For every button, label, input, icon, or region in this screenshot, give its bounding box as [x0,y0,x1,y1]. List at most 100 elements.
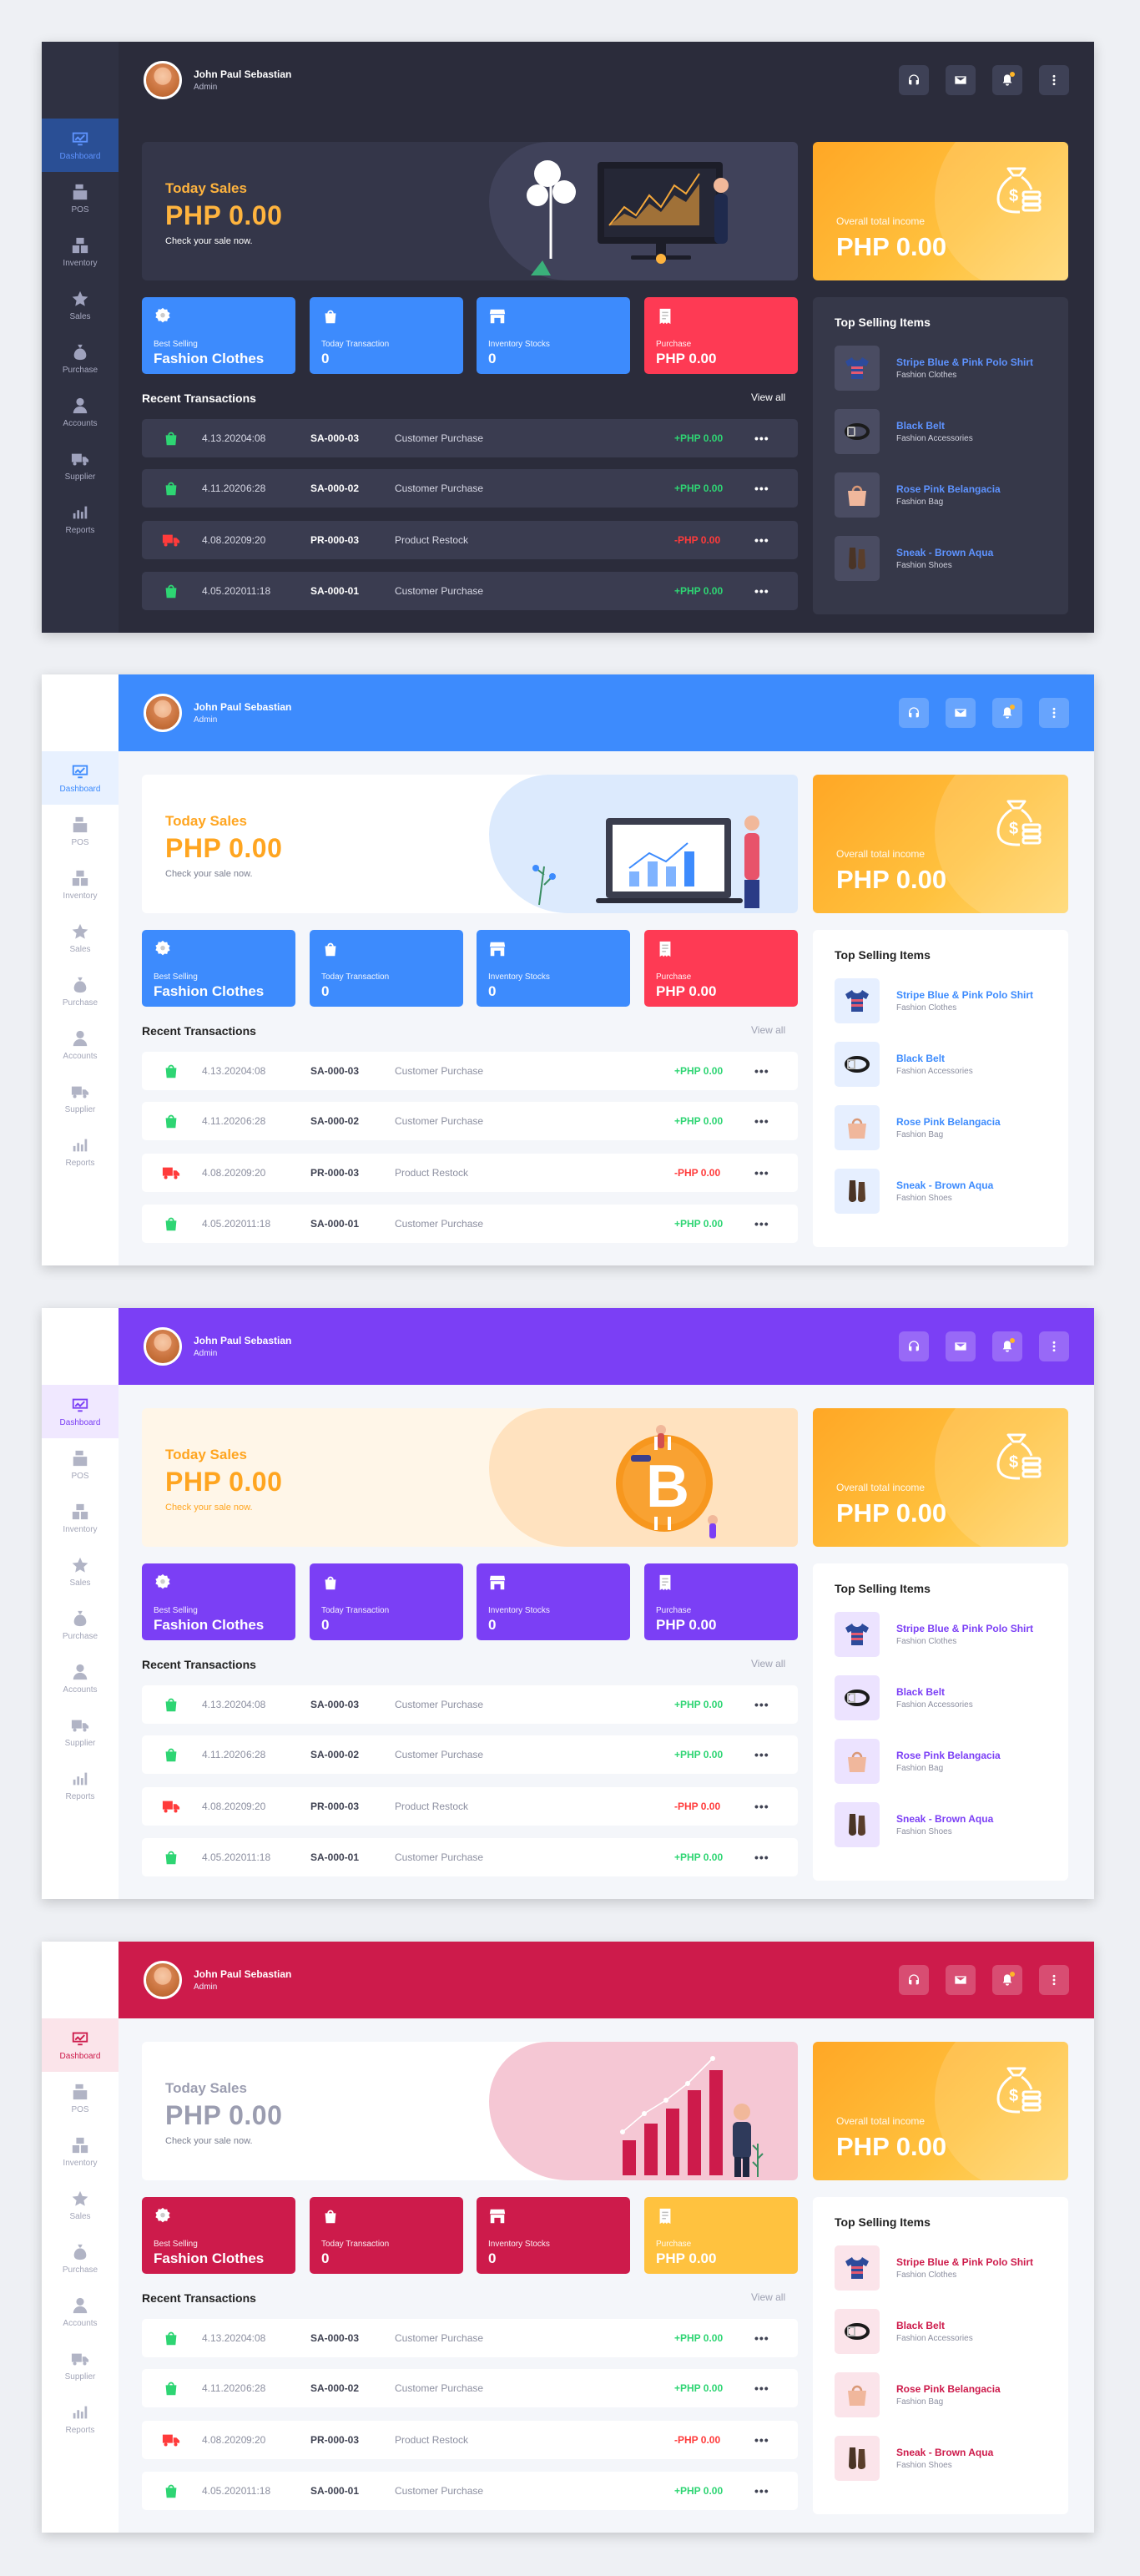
row-more-button[interactable]: ••• [754,1748,769,1761]
today-transaction-card[interactable]: Today Transaction 0 [310,930,463,1007]
row-more-button[interactable]: ••• [754,2382,769,2395]
row-more-button[interactable]: ••• [754,1800,769,1813]
sidebar-item-purchase[interactable]: Purchase [42,2232,119,2286]
sidebar-item-dashboard[interactable]: Dashboard [42,2018,119,2072]
transaction-row[interactable]: 4.05.2020 11:18 SA-000-01 Customer Purch… [142,1838,798,1876]
today-sales-card[interactable]: B Today Sales PHP 0.00 Check your sale n… [142,1408,798,1547]
transaction-row[interactable]: 4.13.2020 4:08 SA-000-03 Customer Purcha… [142,2319,798,2357]
row-more-button[interactable]: ••• [754,584,769,598]
sidebar-item-reports[interactable]: Reports [42,1125,119,1179]
sidebar-item-pos[interactable]: POS [42,1438,119,1492]
transaction-row[interactable]: 4.05.2020 11:18 SA-000-01 Customer Purch… [142,1205,798,1243]
sidebar-item-dashboard[interactable]: Dashboard [42,1385,119,1438]
row-more-button[interactable]: ••• [754,2331,769,2345]
purchase-card[interactable]: Purchase PHP 0.00 [644,1563,798,1640]
today-transaction-card[interactable]: Today Transaction 0 [310,1563,463,1640]
transaction-row[interactable]: 4.13.2020 4:08 SA-000-03 Customer Purcha… [142,1685,798,1724]
inventory-stocks-card[interactable]: Inventory Stocks 0 [477,930,630,1007]
more-menu-button[interactable] [1039,1331,1069,1361]
row-more-button[interactable]: ••• [754,432,769,445]
sidebar-item-pos[interactable]: POS [42,2072,119,2125]
top-selling-item[interactable]: Black Belt Fashion Accessories [835,409,1047,454]
transaction-row[interactable]: 4.13.2020 4:08 SA-000-03 Customer Purcha… [142,1052,798,1090]
notifications-button[interactable] [992,1965,1022,1995]
notifications-button[interactable] [992,65,1022,95]
sidebar-item-dashboard[interactable]: Dashboard [42,751,119,805]
row-more-button[interactable]: ••• [754,1851,769,1864]
sidebar-item-supplier[interactable]: Supplier [42,1705,119,1759]
inventory-stocks-card[interactable]: Inventory Stocks 0 [477,297,630,374]
today-sales-card[interactable]: Today Sales PHP 0.00 Check your sale now… [142,775,798,913]
overall-income-card[interactable]: $ Overall total income PHP 0.00 [813,775,1068,913]
view-all-link[interactable]: View all [751,2291,785,2303]
inventory-stocks-card[interactable]: Inventory Stocks 0 [477,1563,630,1640]
view-all-link[interactable]: View all [751,1658,785,1669]
sidebar-item-accounts[interactable]: Accounts [42,1652,119,1705]
messages-button[interactable] [946,65,976,95]
sidebar-item-inventory[interactable]: Inventory [42,858,119,912]
transaction-row[interactable]: 4.08.2020 9:20 PR-000-03 Product Restock… [142,521,798,559]
row-more-button[interactable]: ••• [754,533,769,547]
top-selling-item[interactable]: Stripe Blue & Pink Polo Shirt Fashion Cl… [835,978,1047,1023]
row-more-button[interactable]: ••• [754,1698,769,1711]
row-more-button[interactable]: ••• [754,1114,769,1128]
top-selling-item[interactable]: Stripe Blue & Pink Polo Shirt Fashion Cl… [835,1612,1047,1657]
sidebar-item-sales[interactable]: Sales [42,2179,119,2232]
sidebar-item-inventory[interactable]: Inventory [42,1492,119,1545]
sidebar-item-reports[interactable]: Reports [42,2392,119,2446]
row-more-button[interactable]: ••• [754,2433,769,2447]
transaction-row[interactable]: 4.05.2020 11:18 SA-000-01 Customer Purch… [142,572,798,610]
best-selling-card[interactable]: Best Selling Fashion Clothes [142,2197,295,2274]
more-menu-button[interactable] [1039,1965,1069,1995]
row-more-button[interactable]: ••• [754,1166,769,1179]
transaction-row[interactable]: 4.11.2020 6:28 SA-000-02 Customer Purcha… [142,2369,798,2407]
messages-button[interactable] [946,1965,976,1995]
more-menu-button[interactable] [1039,698,1069,728]
sidebar-item-inventory[interactable]: Inventory [42,225,119,279]
top-selling-item[interactable]: Black Belt Fashion Accessories [835,1042,1047,1087]
transaction-row[interactable]: 4.08.2020 9:20 PR-000-03 Product Restock… [142,1787,798,1826]
sidebar-item-dashboard[interactable]: Dashboard [42,119,119,172]
sidebar-item-supplier[interactable]: Supplier [42,2339,119,2392]
top-selling-item[interactable]: Sneak - Brown Aqua Fashion Shoes [835,536,1047,581]
notifications-button[interactable] [992,698,1022,728]
transaction-row[interactable]: 4.08.2020 9:20 PR-000-03 Product Restock… [142,2421,798,2459]
top-selling-item[interactable]: Black Belt Fashion Accessories [835,2309,1047,2354]
top-selling-item[interactable]: Rose Pink Belangacia Fashion Bag [835,2372,1047,2417]
purchase-card[interactable]: Purchase PHP 0.00 [644,297,798,374]
top-selling-item[interactable]: Sneak - Brown Aqua Fashion Shoes [835,1169,1047,1214]
today-sales-card[interactable]: Today Sales PHP 0.00 Check your sale now… [142,2042,798,2180]
sidebar-item-inventory[interactable]: Inventory [42,2125,119,2179]
sidebar-item-supplier[interactable]: Supplier [42,1072,119,1125]
purchase-card[interactable]: Purchase PHP 0.00 [644,2197,798,2274]
best-selling-card[interactable]: Best Selling Fashion Clothes [142,297,295,374]
row-more-button[interactable]: ••• [754,1217,769,1230]
avatar[interactable] [144,1327,182,1366]
best-selling-card[interactable]: Best Selling Fashion Clothes [142,1563,295,1640]
transaction-row[interactable]: 4.11.2020 6:28 SA-000-02 Customer Purcha… [142,1735,798,1774]
row-more-button[interactable]: ••• [754,1064,769,1078]
avatar[interactable] [144,1961,182,1999]
purchase-card[interactable]: Purchase PHP 0.00 [644,930,798,1007]
inventory-stocks-card[interactable]: Inventory Stocks 0 [477,2197,630,2274]
top-selling-item[interactable]: Rose Pink Belangacia Fashion Bag [835,1105,1047,1150]
transaction-row[interactable]: 4.13.2020 4:08 SA-000-03 Customer Purcha… [142,419,798,457]
sidebar-item-purchase[interactable]: Purchase [42,1599,119,1652]
sidebar-item-accounts[interactable]: Accounts [42,386,119,439]
sidebar-item-pos[interactable]: POS [42,805,119,858]
avatar[interactable] [144,694,182,732]
overall-income-card[interactable]: $ Overall total income PHP 0.00 [813,142,1068,280]
best-selling-card[interactable]: Best Selling Fashion Clothes [142,930,295,1007]
sidebar-item-supplier[interactable]: Supplier [42,439,119,492]
messages-button[interactable] [946,698,976,728]
sidebar-item-purchase[interactable]: Purchase [42,332,119,386]
row-more-button[interactable]: ••• [754,2484,769,2498]
transaction-row[interactable]: 4.05.2020 11:18 SA-000-01 Customer Purch… [142,2472,798,2510]
row-more-button[interactable]: ••• [754,482,769,495]
support-button[interactable] [899,65,929,95]
support-button[interactable] [899,1965,929,1995]
more-menu-button[interactable] [1039,65,1069,95]
view-all-link[interactable]: View all [751,1024,785,1036]
sidebar-item-sales[interactable]: Sales [42,912,119,965]
support-button[interactable] [899,1331,929,1361]
